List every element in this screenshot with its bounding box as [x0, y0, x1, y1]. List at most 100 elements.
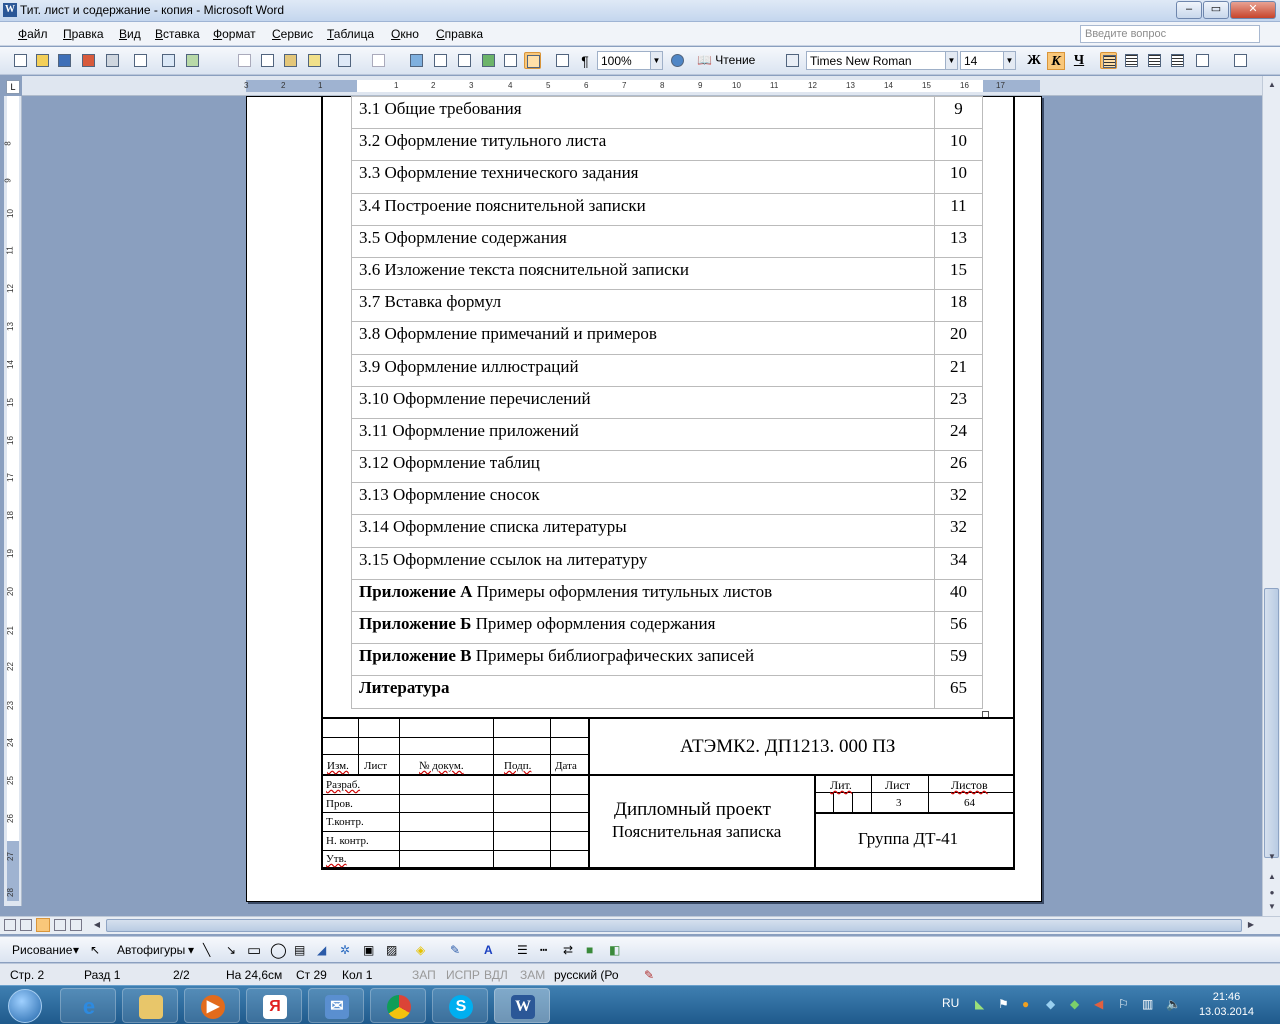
start-button[interactable]	[8, 989, 42, 1023]
language-indicator[interactable]: RU	[942, 996, 959, 1010]
arrow-icon[interactable]: ↘	[226, 943, 236, 957]
toc-entry[interactable]: Приложение В Примеры библиографических з…	[351, 643, 935, 677]
toc-row[interactable]: Литература 65	[351, 675, 983, 709]
wordart-icon[interactable]: ◢	[317, 943, 326, 957]
align-right-icon[interactable]	[1146, 52, 1163, 69]
toc-entry[interactable]: Литература	[351, 675, 935, 709]
menu-help[interactable]: Справка	[436, 27, 483, 41]
oval-icon[interactable]: ◯	[270, 941, 287, 959]
tray-network-icon[interactable]: ⚑	[998, 997, 1009, 1011]
picture-icon[interactable]: ▨	[386, 943, 397, 957]
print-icon[interactable]	[104, 52, 121, 69]
toc-page-number[interactable]: 18	[934, 289, 983, 323]
dash-style-icon[interactable]: ┅	[540, 943, 547, 957]
toc-row[interactable]: Приложение В Примеры библиографических з…	[351, 643, 983, 677]
menu-edit[interactable]: Правка	[63, 27, 104, 41]
hscroll-thumb[interactable]	[106, 919, 1242, 932]
menu-window[interactable]: Окно	[391, 27, 419, 41]
menu-view[interactable]: Вид	[119, 27, 141, 41]
toc-row[interactable]: 3.11 Оформление приложений 24	[351, 417, 983, 452]
permission-icon[interactable]	[80, 52, 97, 69]
toc-page-number[interactable]: 13	[934, 224, 983, 258]
clipart-icon[interactable]: ▣	[363, 943, 374, 957]
status-rec[interactable]: ЗАП	[412, 968, 436, 982]
toc-page-number[interactable]: 59	[934, 643, 983, 677]
italic-button[interactable]: К	[1047, 52, 1065, 70]
research-icon[interactable]	[184, 52, 201, 69]
toc-row[interactable]: 3.1 Общие требования 9	[351, 95, 983, 130]
menu-tools[interactable]: Сервис	[272, 27, 313, 41]
line-spacing-icon[interactable]	[1194, 52, 1211, 69]
chevron-down-icon[interactable]: ▼	[945, 52, 957, 69]
toc-entry[interactable]: 3.8 Оформление примечаний и примеров	[351, 321, 935, 355]
toc-entry[interactable]: 3.9 Оформление иллюстраций	[351, 353, 935, 387]
toc-page-number[interactable]: 32	[934, 514, 983, 548]
redo-icon[interactable]	[370, 52, 387, 69]
ask-question-input[interactable]: Введите вопрос	[1080, 25, 1260, 43]
toc-page-number[interactable]: 20	[934, 321, 983, 355]
status-ext[interactable]: ВДЛ	[484, 968, 508, 982]
line-icon[interactable]: ╲	[203, 943, 210, 957]
paste-icon[interactable]	[282, 52, 299, 69]
toc-page-number[interactable]: 10	[934, 128, 983, 162]
arrow-style-icon[interactable]: ⇄	[563, 943, 573, 957]
menu-insert[interactable]: Вставка	[155, 27, 200, 41]
borders-icon[interactable]	[1232, 52, 1249, 69]
tray-app-icon[interactable]: ●	[1022, 997, 1029, 1011]
clock[interactable]: 21:46 13.03.2014	[1199, 990, 1254, 1020]
toc-row[interactable]: 3.12 Оформление таблиц 26	[351, 450, 983, 484]
tray-app4-icon[interactable]: ◀	[1094, 997, 1103, 1011]
document-map-icon[interactable]	[554, 52, 571, 69]
format-painter-icon[interactable]	[306, 52, 323, 69]
toc-row[interactable]: 3.15 Оформление ссылок на литературу 34	[351, 546, 983, 580]
reading-view-icon[interactable]	[70, 919, 82, 931]
fill-color-icon[interactable]: ◈	[416, 943, 425, 957]
taskbar-yandex[interactable]: Я	[246, 988, 302, 1023]
toc-row[interactable]: 3.8 Оформление примечаний и примеров 20	[351, 321, 983, 355]
browse-object-icon[interactable]: ●	[1265, 886, 1279, 900]
scroll-left-icon[interactable]: ◀	[90, 918, 104, 932]
undo-icon[interactable]	[336, 52, 353, 69]
underline-button[interactable]: Ч	[1070, 52, 1088, 70]
toc-page-number[interactable]: 34	[934, 546, 983, 580]
toc-page-number[interactable]: 32	[934, 482, 983, 516]
toc-entry[interactable]: Приложение Б Пример оформления содержани…	[351, 610, 935, 645]
taskbar-mail[interactable]: ✉	[308, 988, 364, 1023]
drawing-menu[interactable]: Рисование	[12, 943, 72, 957]
insert-table-icon[interactable]	[456, 52, 473, 69]
taskbar-media[interactable]: ▶	[184, 988, 240, 1023]
select-objects-icon[interactable]: ↖	[90, 943, 100, 957]
columns-icon[interactable]	[502, 52, 519, 69]
toc-entry[interactable]: 3.2 Оформление титульного листа	[351, 128, 935, 162]
toc-page-number[interactable]: 15	[934, 256, 983, 291]
toc-row[interactable]: 3.5 Оформление содержания 13	[351, 224, 983, 258]
toc-row[interactable]: 3.2 Оформление титульного листа 10	[351, 128, 983, 162]
normal-view-icon[interactable]	[4, 919, 16, 931]
outline-view-icon[interactable]	[54, 919, 66, 931]
toc-entry[interactable]: 3.7 Вставка формул	[351, 289, 935, 323]
toc-page-number[interactable]: 10	[934, 160, 983, 194]
styles-icon[interactable]	[784, 52, 801, 69]
print-preview-icon[interactable]	[132, 52, 149, 69]
toc-row[interactable]: Приложение А Примеры оформления титульны…	[351, 578, 983, 613]
status-language[interactable]: русский (Ро	[554, 968, 619, 982]
diagram-icon[interactable]: ✲	[340, 943, 350, 957]
toc-entry[interactable]: 3.14 Оформление списка литературы	[351, 514, 935, 548]
toc-entry[interactable]: 3.15 Оформление ссылок на литературу	[351, 546, 935, 580]
hyperlink-icon[interactable]	[408, 52, 425, 69]
horizontal-scrollbar[interactable]: ◀ ▶	[0, 916, 1280, 934]
status-trk[interactable]: ИСПР	[446, 968, 480, 982]
prev-page-icon[interactable]: ▲	[1265, 870, 1279, 884]
copy-icon[interactable]	[259, 52, 276, 69]
line-style-icon[interactable]: ☰	[517, 943, 528, 957]
scroll-down-icon[interactable]: ▼	[1265, 850, 1279, 864]
spelling-status-icon[interactable]: ✎	[644, 968, 654, 982]
tray-app3-icon[interactable]: ◆	[1070, 997, 1079, 1011]
toc-table[interactable]: 3.1 Общие требования 9 3.2 Оформление титу…	[351, 95, 983, 709]
maximize-button[interactable]: ▭	[1203, 1, 1229, 19]
menu-file[interactable]: Файл	[18, 27, 48, 41]
toc-page-number[interactable]: 21	[934, 353, 983, 387]
tab-selector[interactable]: L	[6, 80, 20, 94]
volume-icon[interactable]: 🔈	[1166, 997, 1181, 1011]
toc-row[interactable]: Приложение Б Пример оформления содержани…	[351, 610, 983, 645]
